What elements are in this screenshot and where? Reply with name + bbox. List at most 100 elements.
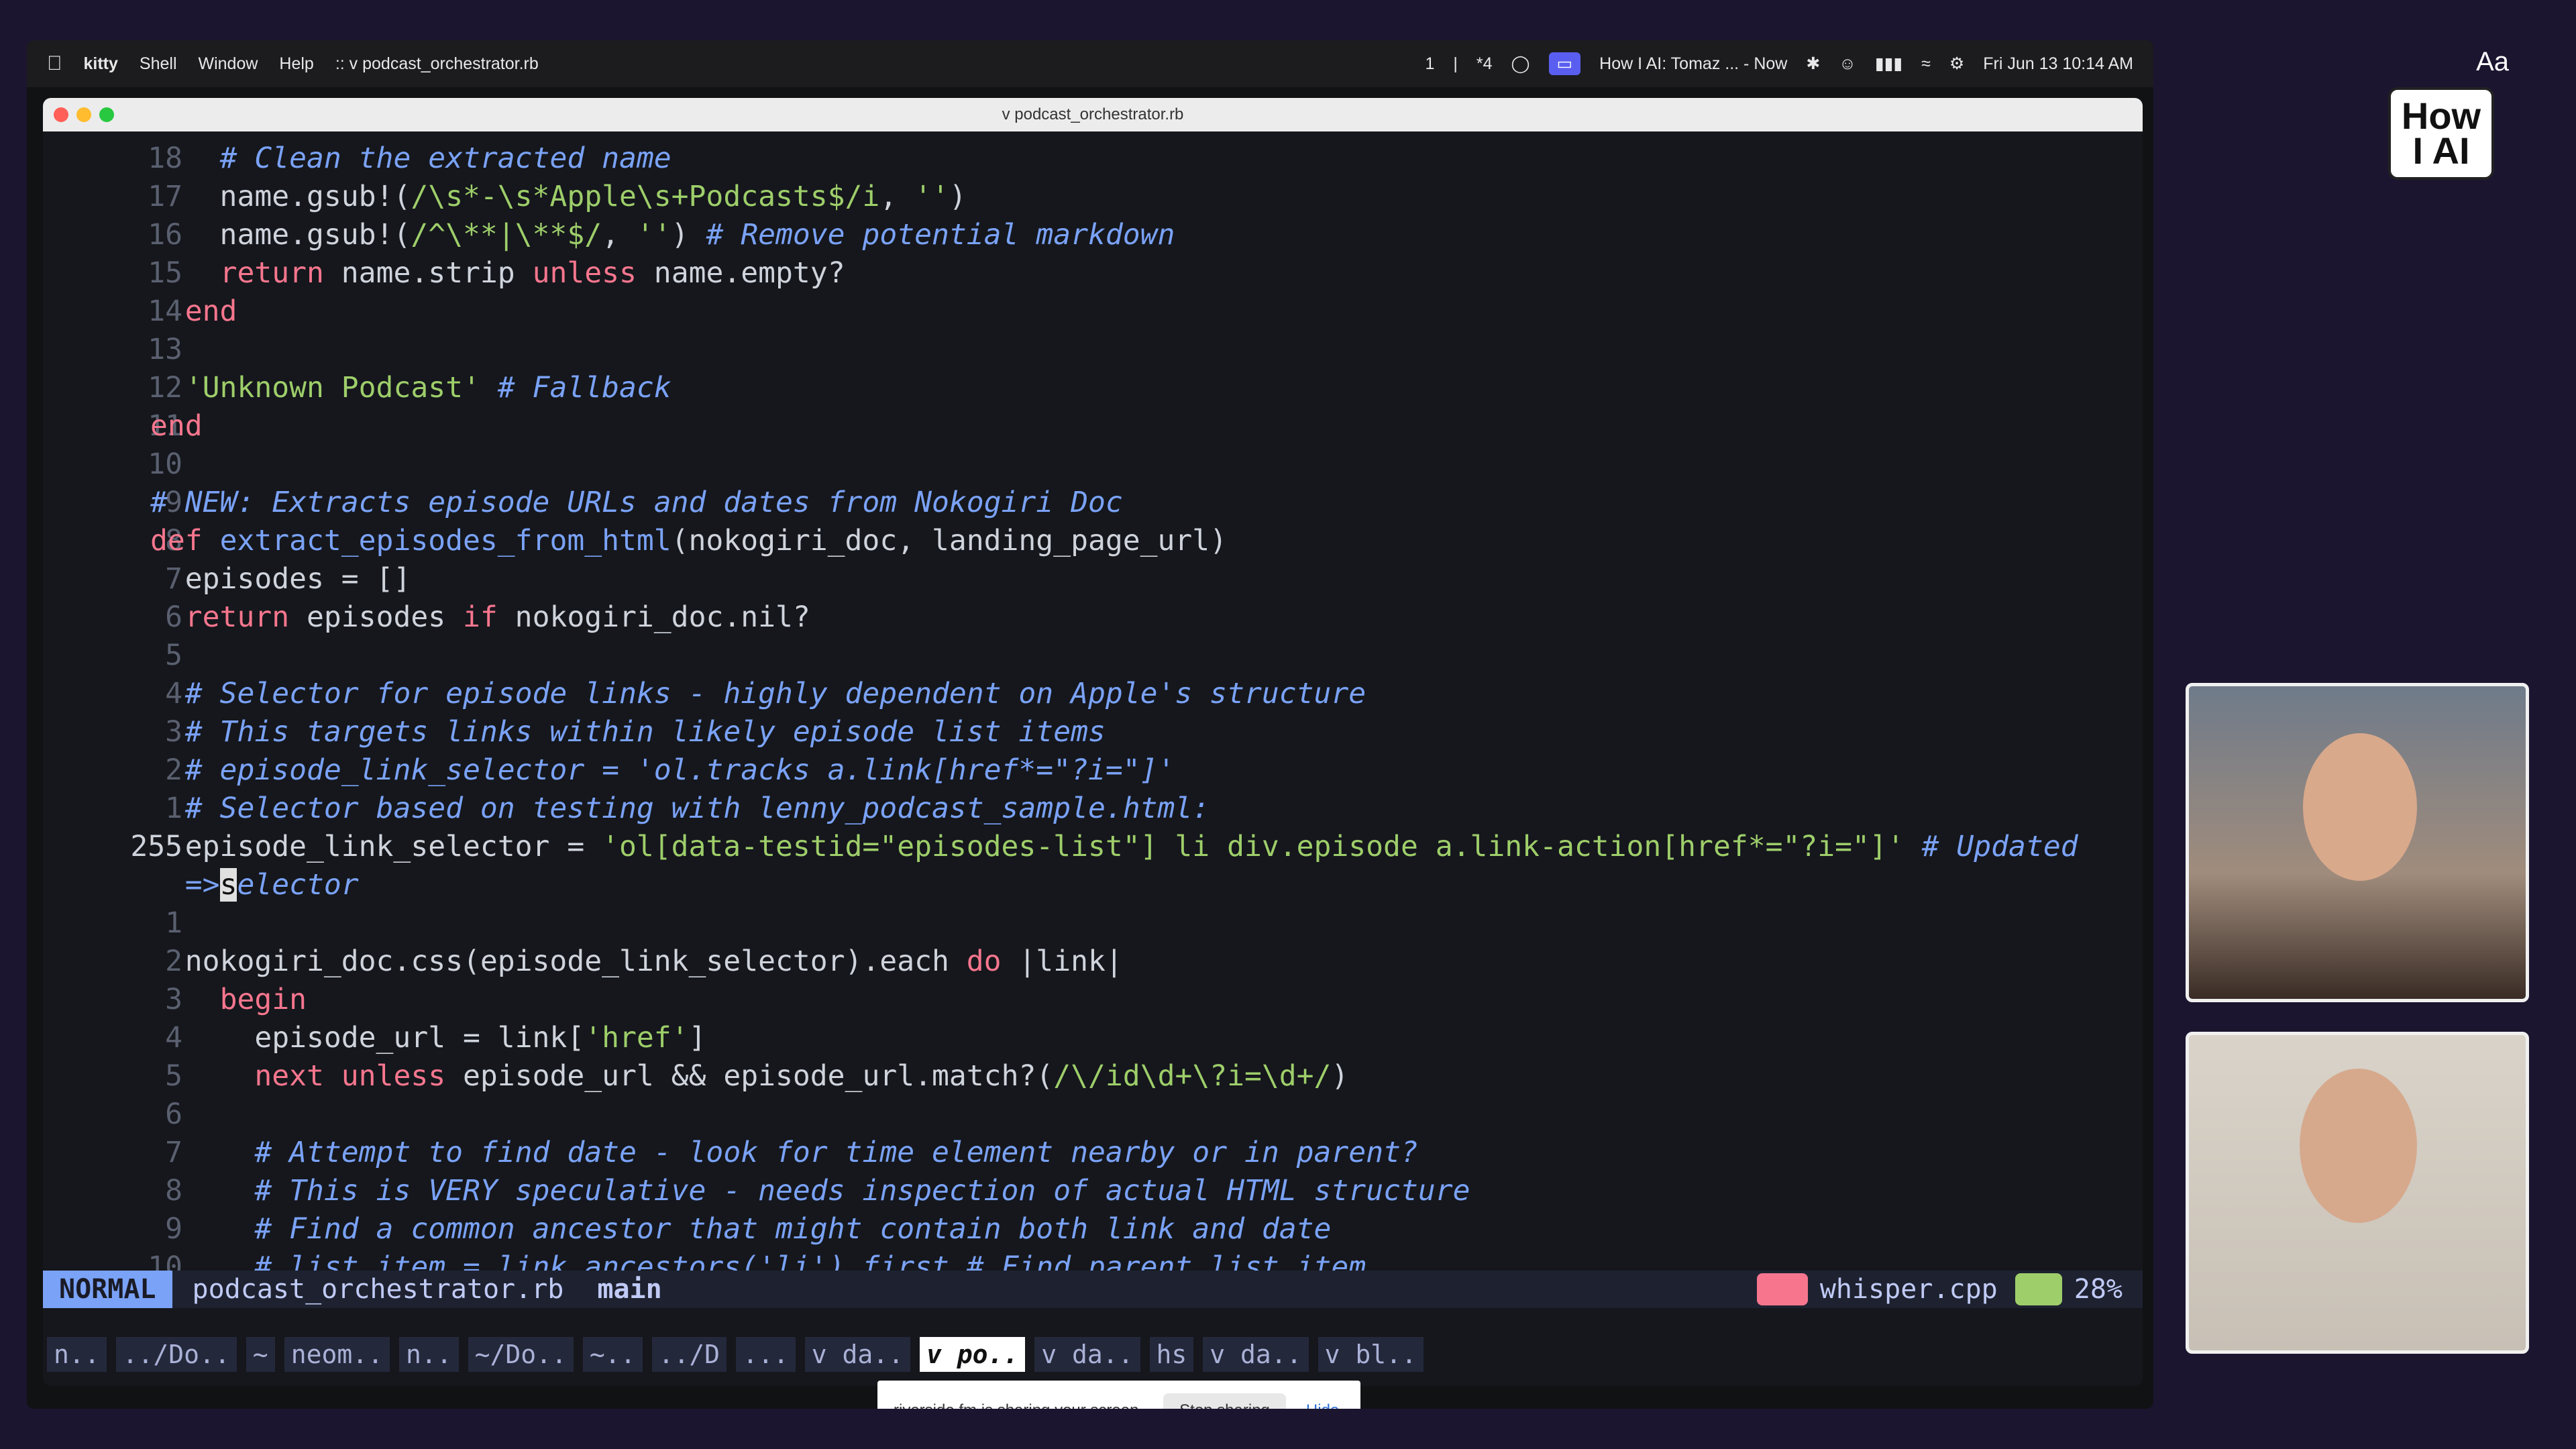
code-text[interactable]: episodes = [] [150,560,411,598]
code-text[interactable]: end [150,292,237,331]
tmux-tab[interactable]: n.. [398,1337,459,1372]
status-workspaces: *4 [1476,54,1493,73]
window-title: v podcast_orchestrator.rb [1002,105,1184,123]
code-line[interactable]: 6 return episodes if nokogiri_doc.nil? [43,598,2143,637]
code-line[interactable]: 2 nokogiri_doc.css(episode_link_selector… [43,943,2143,981]
screen-share-icon[interactable]: ▭ [1548,52,1581,75]
code-line[interactable]: 7 episodes = [] [43,560,2143,598]
now-playing[interactable]: How I AI: Tomaz ... - Now [1599,54,1787,74]
minimize-button[interactable] [76,107,91,122]
code-line[interactable]: =>selector [43,866,2143,904]
folder-icon [1756,1273,1808,1305]
code-line[interactable]: 6 [43,1095,2143,1134]
code-text[interactable]: return episodes if nokogiri_doc.nil? [150,598,810,637]
participant-video-1 [2186,683,2529,1002]
code-line[interactable]: 2 # episode_link_selector = 'ol.tracks a… [43,751,2143,790]
participant-face [2300,1069,2417,1223]
code-text[interactable]: # Selector for episode links - highly de… [150,675,1366,713]
code-text[interactable]: # This targets links within likely episo… [150,713,1106,751]
share-message: riverside.fm is sharing your screen. [894,1401,1143,1409]
code-line[interactable]: 1 [43,904,2143,943]
code-line[interactable]: 3 # This targets links within likely epi… [43,713,2143,751]
zoom-button[interactable] [99,107,114,122]
code-line[interactable]: 15 return name.strip unless name.empty? [43,254,2143,292]
user-icon[interactable]: ☺ [1839,54,1856,74]
code-text[interactable]: episode_link_selector = 'ol[data-testid=… [150,828,2078,866]
code-line[interactable]: 17 name.gsub!(/\s*-\s*Apple\s+Podcasts$/… [43,178,2143,216]
tmux-tab[interactable]: ... [736,1337,796,1372]
code-text[interactable]: name.gsub!(/\s*-\s*Apple\s+Podcasts$/i, … [150,178,967,216]
battery-icon[interactable]: ▮▮▮ [1875,54,1902,74]
tmux-tab[interactable]: neom.. [284,1337,390,1372]
stop-sharing-button[interactable]: Stop sharing [1163,1393,1286,1409]
code-line[interactable]: 9 # Find a common ancestor that might co… [43,1210,2143,1248]
tmux-tab[interactable]: v da.. [804,1337,910,1372]
code-text[interactable]: =>selector [150,866,359,904]
tmux-tab[interactable]: v da.. [1034,1337,1140,1372]
apple-icon[interactable]:  [47,52,62,75]
tmux-tab[interactable]: ~.. [582,1337,643,1372]
code-line[interactable]: 1 # Selector based on testing with lenny… [43,790,2143,828]
wifi-icon[interactable]: ≈ [1921,54,1931,74]
code-line[interactable]: 13 [43,331,2143,369]
tmux-tab[interactable]: ~/Do.. [468,1337,574,1372]
code-text[interactable]: def extract_episodes_from_html(nokogiri_… [150,522,1227,560]
code-text[interactable]: # Attempt to find date - look for time e… [150,1134,1418,1172]
window-titlebar[interactable]: v podcast_orchestrator.rb [43,98,2143,131]
code-text[interactable]: # NEW: Extracts episode URLs and dates f… [150,484,1123,522]
code-text[interactable]: next unless episode_url && episode_url.m… [150,1057,1348,1095]
code-text[interactable]: # Find a common ancestor that might cont… [150,1210,1331,1248]
code-text[interactable]: # This is VERY speculative - needs inspe… [150,1172,1470,1210]
hide-link[interactable]: Hide [1306,1401,1339,1409]
code-text[interactable]: return name.strip unless name.empty? [150,254,845,292]
participant-face [2303,733,2417,881]
tmux-tab[interactable]: v da.. [1203,1337,1309,1372]
menu-item-help[interactable]: Help [279,54,313,74]
code-line[interactable]: 8 # This is VERY speculative - needs ins… [43,1172,2143,1210]
code-line[interactable]: 4 # Selector for episode links - highly … [43,675,2143,713]
menu-item-window[interactable]: Window [199,54,258,74]
code-text[interactable]: 'Unknown Podcast' # Fallback [150,369,672,407]
code-text[interactable]: episode_url = link['href'] [150,1019,706,1057]
menu-item-shell[interactable]: Shell [140,54,177,74]
code-line[interactable]: 8 def extract_episodes_from_html(nokogiri… [43,522,2143,560]
code-line[interactable]: 3 begin [43,981,2143,1019]
code-line[interactable]: 18 # Clean the extracted name [43,140,2143,178]
code-text[interactable]: # episode_link_selector = 'ol.tracks a.l… [150,751,1175,790]
bluetooth-icon[interactable]: ✱ [1806,54,1820,74]
code-line[interactable]: 16 name.gsub!(/^\**|\**$/, '') # Remove … [43,216,2143,254]
tmux-tab[interactable]: ../Do.. [115,1337,237,1372]
tmux-tab-bar: n.. ../Do.. ~ neom.. n.. ~/Do.. ~.. ../D... v da… [43,1331,2143,1378]
tmux-tab[interactable]: n.. [47,1337,107,1372]
code-text[interactable]: begin [150,981,307,1019]
compass-icon[interactable]: ◯ [1511,54,1530,74]
code-text[interactable]: # Selector based on testing with lenny_p… [150,790,1210,828]
code-line[interactable]: 11 end [43,407,2143,445]
code-line[interactable]: 255 episode_link_selector = 'ol[data-tes… [43,828,2143,866]
menu-app-name[interactable]: kitty [84,54,118,74]
tmux-tab[interactable]: v bl.. [1318,1337,1424,1372]
code-editor[interactable]: 18 # Clean the extracted name 17 name.gsu… [43,140,2143,1284]
close-button[interactable] [54,107,68,122]
scroll-icon [2015,1273,2062,1305]
code-text[interactable]: nokogiri_doc.css(episode_link_selector).… [150,943,1123,981]
tmux-tab[interactable]: hs [1149,1337,1194,1372]
code-text[interactable]: name.gsub!(/^\**|\**$/, '') # Remove pot… [150,216,1175,254]
code-line[interactable]: 12 'Unknown Podcast' # Fallback [43,369,2143,407]
tmux-tab[interactable]: ~ [246,1337,275,1372]
code-line[interactable]: 7 # Attempt to find date - look for time… [43,1134,2143,1172]
code-text[interactable]: end [150,407,203,445]
clock[interactable]: Fri Jun 13 10:14 AM [1983,54,2133,74]
code-line[interactable]: 5 [43,637,2143,675]
control-center-icon[interactable]: ⚙ [1949,54,1964,74]
code-text[interactable]: # Clean the extracted name [150,140,672,178]
code-line[interactable]: 5 next unless episode_url && episode_url… [43,1057,2143,1095]
terminal-window: v podcast_orchestrator.rb 18 # Clean the… [43,98,2143,1386]
line-number: 5 [165,639,182,672]
code-line[interactable]: 4 episode_url = link['href'] [43,1019,2143,1057]
code-line[interactable]: 10 [43,445,2143,484]
tmux-tab[interactable]: v po.. [919,1337,1026,1372]
tmux-tab[interactable]: ../D [651,1337,727,1372]
code-line[interactable]: 14 end [43,292,2143,331]
code-line[interactable]: 9 # NEW: Extracts episode URLs and dates … [43,484,2143,522]
